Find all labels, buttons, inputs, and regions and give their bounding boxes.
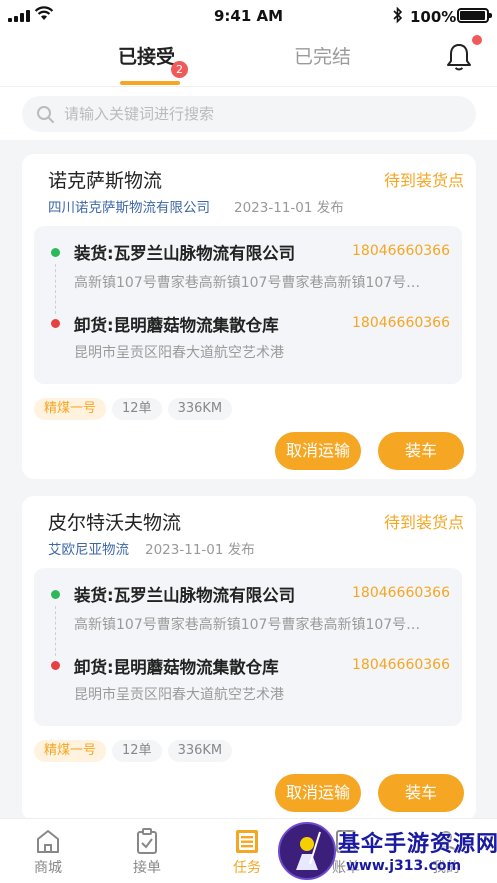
load-truck-button[interactable]: 装车 bbox=[378, 432, 464, 470]
order-card[interactable]: 诺克萨斯物流 待到装货点 四川诺克萨斯物流有限公司 2023-11-01 发布 … bbox=[22, 154, 476, 479]
bell-icon[interactable] bbox=[445, 42, 473, 72]
publish-date: 2023-11-01 发布 bbox=[234, 200, 344, 216]
tag-list: 精煤一号 12单 336KM bbox=[34, 397, 238, 420]
nav-item-mall[interactable]: 商城 bbox=[8, 819, 88, 883]
active-tab-indicator bbox=[120, 81, 180, 85]
load-point-dot bbox=[51, 590, 60, 599]
distance-tag: 336KM bbox=[167, 398, 233, 420]
clipboard-check-icon bbox=[137, 828, 157, 854]
load-location: 装货:瓦罗兰山脉物流有限公司 bbox=[74, 586, 296, 605]
status-bar: 9:41 AM 100% bbox=[0, 0, 497, 32]
watermark: 基伞手游资源网 www.j313.com bbox=[278, 818, 497, 883]
unload-address: 昆明市呈贡区阳春大道航空艺术港 bbox=[74, 687, 284, 703]
battery-icon bbox=[457, 8, 492, 23]
watermark-title: 基伞手游资源网 bbox=[338, 832, 497, 857]
cancel-transport-button[interactable]: 取消运输 bbox=[275, 432, 361, 470]
tab-accepted-badge: 2 bbox=[171, 61, 188, 78]
cargo-tag: 精煤一号 bbox=[34, 740, 107, 762]
unload-point-dot bbox=[51, 661, 60, 670]
order-status: 待到装货点 bbox=[383, 171, 464, 190]
search-icon bbox=[37, 106, 54, 123]
unload-location: 卸货:昆明蘑菇物流集散仓库 bbox=[74, 658, 279, 677]
load-phone[interactable]: 18046660366 bbox=[352, 243, 450, 259]
load-phone[interactable]: 18046660366 bbox=[352, 585, 450, 601]
tab-accepted[interactable]: 已接受 bbox=[118, 42, 175, 69]
task-list-icon bbox=[236, 830, 258, 853]
load-address: 高新镇107号曹家巷高新镇107号曹家巷高新镇107号曹家巷 bbox=[74, 617, 434, 633]
top-tabs: 已接受 2 已完结 bbox=[0, 32, 497, 87]
order-card[interactable]: 皮尔特沃夫物流 待到装货点 艾欧尼亚物流 2023-11-01 发布 装货:瓦罗… bbox=[22, 496, 476, 821]
route-connector bbox=[55, 606, 56, 656]
order-count-tag: 12单 bbox=[112, 740, 162, 762]
company-name: 诺克萨斯物流 bbox=[48, 170, 163, 192]
tag-list: 精煤一号 12单 336KM bbox=[34, 739, 238, 762]
cancel-transport-button[interactable]: 取消运输 bbox=[275, 774, 361, 812]
battery-percentage: 100% bbox=[410, 8, 457, 26]
unload-phone[interactable]: 18046660366 bbox=[352, 315, 450, 331]
notification-dot bbox=[472, 35, 482, 45]
home-icon bbox=[37, 830, 59, 853]
unload-location: 卸货:昆明蘑菇物流集散仓库 bbox=[74, 316, 279, 335]
nav-item-accept-orders[interactable]: 接单 bbox=[107, 819, 187, 883]
load-point-dot bbox=[51, 248, 60, 257]
nav-label-tasks: 任务 bbox=[233, 860, 261, 876]
route-connector bbox=[55, 264, 56, 314]
publish-date: 2023-11-01 发布 bbox=[145, 542, 255, 558]
bluetooth-icon bbox=[393, 6, 403, 24]
sub-company-link[interactable]: 艾欧尼亚物流 bbox=[48, 538, 129, 558]
nav-label-mall: 商城 bbox=[34, 860, 62, 876]
order-status: 待到装货点 bbox=[383, 513, 464, 532]
load-location: 装货:瓦罗兰山脉物流有限公司 bbox=[74, 244, 296, 263]
load-truck-button[interactable]: 装车 bbox=[378, 774, 464, 812]
tab-completed[interactable]: 已完结 bbox=[294, 42, 351, 69]
watermark-url: www.j313.com bbox=[346, 858, 462, 874]
search-bar[interactable] bbox=[22, 96, 476, 132]
load-address: 高新镇107号曹家巷高新镇107号曹家巷高新镇107号曹家巷 bbox=[74, 275, 434, 291]
unload-phone[interactable]: 18046660366 bbox=[352, 657, 450, 673]
distance-tag: 336KM bbox=[167, 740, 233, 762]
route-panel: 装货:瓦罗兰山脉物流有限公司 18046660366 高新镇107号曹家巷高新镇… bbox=[34, 226, 462, 384]
cargo-tag: 精煤一号 bbox=[34, 398, 107, 420]
sub-company-link[interactable]: 四川诺克萨斯物流有限公司 bbox=[48, 196, 210, 216]
company-name: 皮尔特沃夫物流 bbox=[48, 512, 182, 534]
nav-label-accept-orders: 接单 bbox=[133, 860, 161, 876]
unload-point-dot bbox=[51, 319, 60, 328]
route-panel: 装货:瓦罗兰山脉物流有限公司 18046660366 高新镇107号曹家巷高新镇… bbox=[34, 568, 462, 726]
order-count-tag: 12单 bbox=[112, 398, 162, 420]
nav-item-tasks[interactable]: 任务 bbox=[207, 819, 287, 883]
unload-address: 昆明市呈贡区阳春大道航空艺术港 bbox=[74, 345, 284, 361]
watermark-logo bbox=[278, 822, 336, 880]
search-input[interactable] bbox=[64, 96, 464, 132]
